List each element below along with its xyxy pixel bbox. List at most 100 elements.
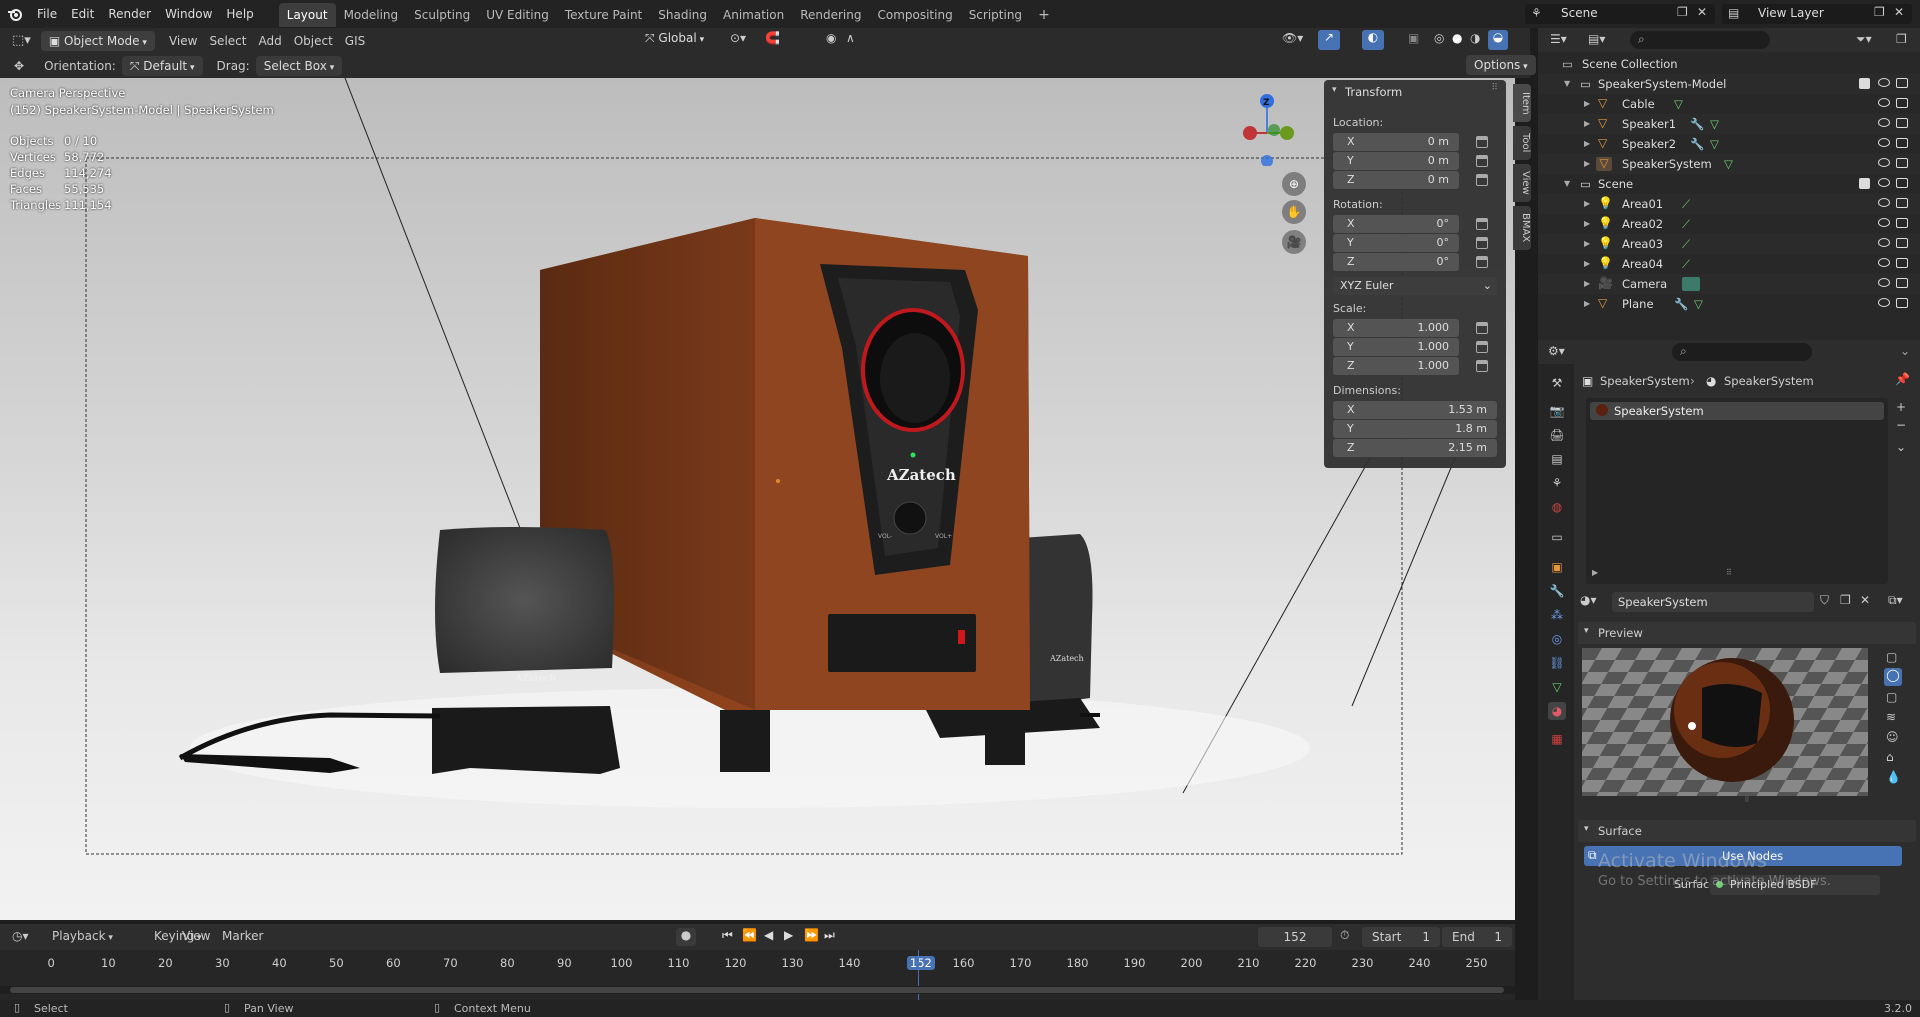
mesh-data-icon[interactable]: ▽ bbox=[1710, 134, 1719, 154]
prev-keyframe-icon[interactable]: ⏪ bbox=[742, 928, 757, 942]
particles-tab-icon[interactable]: ⁂ bbox=[1548, 606, 1566, 624]
next-keyframe-icon[interactable]: ⏩ bbox=[804, 928, 819, 942]
collection-tab-icon[interactable]: ▭ bbox=[1548, 528, 1566, 546]
shading-rendered-icon[interactable]: ◒ bbox=[1488, 30, 1508, 50]
render-camera-icon[interactable] bbox=[1896, 118, 1908, 128]
eye-icon[interactable] bbox=[1878, 298, 1890, 307]
expand-triangle-icon[interactable]: ▶ bbox=[1584, 234, 1590, 254]
shading-wireframe-icon[interactable]: ◎ bbox=[1434, 31, 1444, 45]
eye-icon[interactable] bbox=[1878, 218, 1890, 227]
outliner-row-speakersystem[interactable]: ▶ ▽ SpeakerSystem ▽ bbox=[1538, 154, 1920, 174]
texture-tab-icon[interactable]: ▦ bbox=[1548, 730, 1566, 748]
gizmo-toggle-icon[interactable]: ↗ bbox=[1318, 30, 1340, 50]
camera-view-icon[interactable]: 🎥 bbox=[1282, 230, 1306, 254]
modifier-wrench-icon[interactable]: 🔧 bbox=[1674, 294, 1688, 314]
pin-icon[interactable]: 📌 bbox=[1895, 372, 1910, 386]
timeline-ruler[interactable]: 0 10 20 30 40 50 60 70 80 90 100 110 120 130 140 152 160… bbox=[0, 950, 1515, 1000]
eye-icon[interactable] bbox=[1878, 118, 1890, 127]
slot-menu-icon[interactable]: ⌄ bbox=[1896, 440, 1906, 454]
eye-icon[interactable] bbox=[1878, 238, 1890, 247]
properties-editor-icon[interactable]: ⚙▾ bbox=[1548, 344, 1565, 358]
scene-tab-icon[interactable]: ⚘ bbox=[1548, 474, 1566, 492]
rotation-mode-dropdown[interactable]: XYZ Euler ⌄ bbox=[1333, 277, 1497, 295]
lock-icon[interactable] bbox=[1476, 237, 1488, 249]
lock-icon[interactable] bbox=[1476, 256, 1488, 268]
scale-y-field[interactable]: Y 1.000 bbox=[1333, 338, 1459, 356]
scale-x-field[interactable]: X 1.000 bbox=[1333, 319, 1459, 337]
outliner-row-speakersystem-model[interactable]: ▼ ▭ SpeakerSystem-Model bbox=[1538, 74, 1920, 94]
surface-panel-header[interactable]: ▾ Surface bbox=[1578, 820, 1916, 842]
shading-material-icon[interactable]: ◑ bbox=[1470, 31, 1480, 45]
output-tab-icon[interactable]: 🖨 bbox=[1548, 426, 1566, 444]
render-tab-icon[interactable]: 📷 bbox=[1548, 402, 1566, 420]
preview-cube-icon[interactable]: ▢ bbox=[1886, 690, 1897, 704]
outliner-row-scene[interactable]: ▼ ▭ Scene bbox=[1538, 174, 1920, 194]
mesh-data-icon[interactable]: ▽ bbox=[1674, 94, 1683, 114]
proportional-edit-icon[interactable]: ◉ bbox=[826, 31, 836, 45]
outliner-row-area01[interactable]: ▶ 💡 Area01 ⟋ bbox=[1538, 194, 1920, 214]
tab-bmax[interactable]: BMAX bbox=[1513, 206, 1531, 250]
outliner-row-plane[interactable]: ▶ ▽ Plane 🔧 ▽ bbox=[1538, 294, 1920, 314]
start-frame-field[interactable]: Start 1 bbox=[1362, 927, 1440, 947]
world-tab-icon[interactable]: ◍ bbox=[1548, 498, 1566, 516]
modifier-wrench-icon[interactable]: 🔧 bbox=[1690, 134, 1704, 154]
menu-marker[interactable]: Marker bbox=[216, 929, 269, 943]
expand-triangle-icon[interactable]: ▶ bbox=[1592, 568, 1598, 577]
location-x-field[interactable]: X 0 m bbox=[1333, 133, 1459, 151]
menu-render[interactable]: Render bbox=[101, 0, 158, 28]
preview-fluid-icon[interactable]: 💧 bbox=[1886, 770, 1901, 784]
scene-selector[interactable]: ⚘ Scene ❐ ✕ bbox=[1525, 4, 1715, 24]
material-slot-list[interactable]: SpeakerSystem ▶ ⠿ bbox=[1586, 398, 1888, 584]
zoom-icon[interactable]: ⊕ bbox=[1282, 172, 1306, 196]
outliner-row-area04[interactable]: ▶ 💡 Area04 ⟋ bbox=[1538, 254, 1920, 274]
unlink-material-icon[interactable]: ✕ bbox=[1860, 593, 1870, 607]
duplicate-material-icon[interactable]: ❐ bbox=[1840, 593, 1851, 607]
lock-icon[interactable] bbox=[1476, 136, 1488, 148]
menu-view[interactable]: View bbox=[163, 34, 203, 48]
expand-triangle-icon[interactable]: ▶ bbox=[1584, 214, 1590, 234]
3d-viewport[interactable]: AZatech AZatech VOL- VOL+ AZatech Camera… bbox=[0, 78, 1515, 920]
drag-handle-icon[interactable]: ⠿ bbox=[1491, 83, 1498, 93]
play-icon[interactable]: ▶ bbox=[784, 928, 793, 942]
lock-icon[interactable] bbox=[1476, 218, 1488, 230]
material-browse-icon[interactable]: ◕▾ bbox=[1580, 593, 1597, 607]
object-tab-icon[interactable]: ▣ bbox=[1548, 558, 1566, 576]
workspace-tab-shading[interactable]: Shading bbox=[650, 3, 715, 27]
blender-logo-icon[interactable] bbox=[0, 0, 30, 28]
outliner-scene-collection[interactable]: ▭ Scene Collection bbox=[1538, 54, 1920, 74]
expand-triangle-icon[interactable]: ▶ bbox=[1584, 154, 1590, 174]
render-camera-icon[interactable] bbox=[1896, 78, 1908, 88]
light-data-icon[interactable]: ⟋ bbox=[1682, 214, 1690, 234]
lock-icon[interactable] bbox=[1476, 155, 1488, 167]
lock-icon[interactable] bbox=[1476, 341, 1488, 353]
outliner-row-speaker1[interactable]: ▶ ▽ Speaker1 🔧 ▽ bbox=[1538, 114, 1920, 134]
timeline-editor-icon[interactable]: ◷▾ bbox=[12, 929, 29, 943]
eye-icon[interactable] bbox=[1878, 98, 1890, 107]
view-layer-tab-icon[interactable]: ▤ bbox=[1548, 450, 1566, 468]
overlay-toggle-icon[interactable]: ◐ bbox=[1362, 30, 1384, 50]
eye-icon[interactable] bbox=[1878, 198, 1890, 207]
dimensions-y-field[interactable]: Y 1.8 m bbox=[1333, 420, 1497, 438]
pan-hand-icon[interactable]: ✋ bbox=[1282, 200, 1306, 224]
current-frame-field[interactable]: 152 bbox=[1258, 927, 1332, 947]
material-selector[interactable]: ◕▾ SpeakerSystem ⛉ ❐ ✕ ⧉▾ bbox=[1578, 592, 1916, 612]
outliner-row-speaker2[interactable]: ▶ ▽ Speaker2 🔧 ▽ bbox=[1538, 134, 1920, 154]
chevron-down-icon[interactable]: ⌄ bbox=[1900, 344, 1910, 358]
render-camera-icon[interactable] bbox=[1896, 238, 1908, 248]
render-camera-icon[interactable] bbox=[1896, 158, 1908, 168]
eye-icon[interactable] bbox=[1878, 278, 1890, 287]
filter-icon[interactable]: ⏷▾ bbox=[1856, 32, 1872, 47]
visibility-icon[interactable]: 👁▾ bbox=[1282, 31, 1303, 45]
new-collection-icon[interactable]: ❐ bbox=[1896, 32, 1907, 46]
new-view-layer-icon[interactable]: ❐ bbox=[1874, 5, 1885, 19]
light-data-icon[interactable]: ⟋ bbox=[1682, 254, 1690, 274]
location-z-field[interactable]: Z 0 m bbox=[1333, 171, 1459, 189]
preview-cloth-icon[interactable]: ⌂ bbox=[1886, 750, 1894, 764]
resize-handle-icon[interactable]: ⠿ bbox=[1726, 568, 1732, 577]
remove-slot-icon[interactable]: − bbox=[1896, 418, 1906, 432]
eye-icon[interactable] bbox=[1878, 78, 1890, 87]
add-slot-icon[interactable]: + bbox=[1896, 400, 1906, 414]
workspace-tab-animation[interactable]: Animation bbox=[715, 3, 792, 27]
preview-plane-icon[interactable]: ▢ bbox=[1886, 650, 1897, 664]
light-data-icon[interactable]: ⟋ bbox=[1682, 234, 1690, 254]
